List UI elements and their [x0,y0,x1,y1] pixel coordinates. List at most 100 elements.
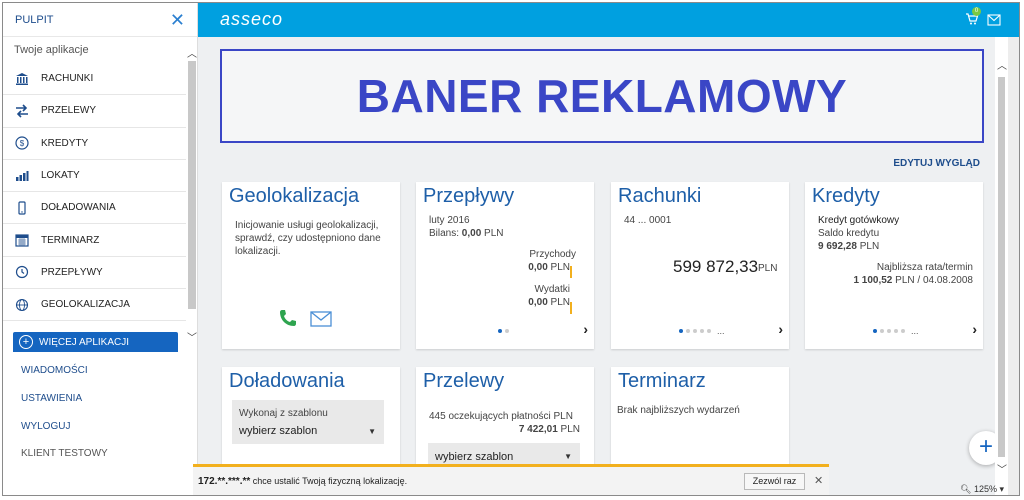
sidebar-item-geolokalizacja[interactable]: GEOLOKALIZACJA [3,289,186,322]
pagination-dot[interactable] [901,329,905,333]
sidebar-item-terminarz[interactable]: TERMINARZ [3,224,186,257]
chevron-down-icon[interactable]: ▾ [1000,484,1005,494]
pagination-dot[interactable] [700,329,704,333]
sidebar-item-przeplywy[interactable]: PRZEPŁYWY [3,257,186,290]
next-installment-date: PLN / 04.08.2008 [895,275,973,286]
geo-description: Inicjowanie usługi geolokalizacji, spraw… [235,220,381,257]
account-number: 44 ... 0001 [624,215,672,226]
pagination-dot[interactable] [894,329,898,333]
clock-icon [15,265,29,279]
cashflow-period: luty 2016 [429,215,470,226]
sidebar-item-przelewy[interactable]: PRZELEWY [3,95,186,128]
credit-balance-value: 9 692,28 [818,241,857,252]
messages-link[interactable]: WIADOMOŚCI [3,356,198,384]
sidebar-title: PULPIT [15,13,54,26]
caret-down-icon: ▼ [368,427,376,436]
mail-icon[interactable] [987,13,1001,26]
template-select-value: wybierz szablon [239,425,318,437]
sidebar-item-kredyty[interactable]: $ KREDYTY [3,128,186,160]
close-icon[interactable]: ✕ [814,474,823,487]
main-scrollbar[interactable]: ︿ ﹀ [995,37,1008,495]
geolocation-card[interactable]: Geolokalizacja Inicjowanie usługi geolok… [222,182,400,349]
card-title: Przelewy [423,370,505,392]
sidebar-item-rachunki[interactable]: RACHUNKI [3,63,186,96]
ad-banner[interactable]: BANER REKLAMOWY [220,49,984,143]
phone-icon [15,201,29,215]
credits-card[interactable]: Kredyty Kredyt gotówkowy Saldo kredytu 9… [805,182,983,349]
sidebar-item-label: PRZEPŁYWY [41,266,103,278]
pagination-dots: ... [679,327,725,336]
sidebar-item-label: GEOLOKALIZACJA [41,299,130,311]
allow-once-button[interactable]: Zezwól raz [744,473,805,490]
chevron-down-icon[interactable]: ﹀ [997,461,1007,476]
pending-payments: 445 oczekujących płatności PLN [429,411,573,422]
chevron-up-icon[interactable]: ︿ [186,45,198,60]
expense-label: Wydatki [534,284,570,295]
income-currency: PLN [550,262,570,273]
chevron-right-icon[interactable]: › [972,321,977,337]
pagination-dot[interactable] [498,329,502,333]
pagination-dot[interactable] [505,329,509,333]
browser-frame: PULPIT ✕ Twoje aplikacje RACHUNKI PRZELE… [2,2,1020,496]
income-bar [570,266,572,278]
credit-balance: 9 692,28 PLN [818,241,879,252]
more-apps-button[interactable]: + WIĘCEJ APLIKACJI [13,332,178,352]
main-content: BANER REKLAMOWY EDYTUJ WYGLĄD Geolokaliz… [198,37,1008,495]
pagination-dot[interactable] [693,329,697,333]
pending-amount: 7 422,01 PLN [519,424,580,435]
pagination-dot[interactable] [887,329,891,333]
globe-icon [15,298,29,312]
scrollbar-thumb[interactable] [188,61,196,309]
bars-icon [15,169,29,183]
sidebar-item-lokaty[interactable]: LOKATY [3,160,186,193]
chevron-right-icon[interactable]: › [583,321,588,337]
pagination-dots: ... [873,327,919,336]
logout-link[interactable]: WYLOGUJ [3,412,198,440]
zoom-indicator[interactable]: 🔍︎ 125% ▾ [960,484,1004,495]
pagination-dot[interactable] [873,329,877,333]
income-amount: 0,00 PLN [528,262,570,273]
zoom-value: 125% [973,484,997,494]
edit-layout-link[interactable]: EDYTUJ WYGLĄD [893,158,980,169]
credit-balance-label: Saldo kredytu [818,228,880,239]
next-installment-value: 1 100,52 [853,275,893,286]
account-balance: 599 872,33 [673,257,759,276]
scrollbar-thumb[interactable] [998,77,1005,457]
phone-call-icon[interactable] [278,308,298,333]
pending-amount-currency: PLN [560,424,580,435]
sidebar-links: WIADOMOŚCI USTAWIENIA WYLOGUJ [3,356,198,440]
pagination-more[interactable]: ... [911,327,919,336]
balance-label: Bilans: [429,228,460,239]
chevron-down-icon[interactable]: ﹀ [186,329,198,344]
income-value: 0,00 [528,262,548,273]
pagination-dot[interactable] [880,329,884,333]
calendar-icon [15,233,29,247]
card-title: Rachunki [618,185,702,207]
chevron-up-icon[interactable]: ︿ [997,57,1007,72]
envelope-icon[interactable] [310,311,332,332]
pending-amount-value: 7 422,01 [518,424,558,435]
sidebar-item-doladowania[interactable]: DOŁADOWANIA [3,192,186,225]
pagination-dot[interactable] [679,329,683,333]
cashflow-card[interactable]: Przepływy luty 2016 Bilans: 0,00 PLN Prz… [416,182,594,349]
top-bar: asseco 0 [198,3,1019,37]
banner-text: BANER REKLAMOWY [356,70,848,122]
transfer-icon [15,104,29,118]
card-title: Przepływy [423,185,515,207]
credit-balance-currency: PLN [859,241,880,252]
close-icon[interactable]: ✕ [170,11,185,29]
next-installment-label: Najbliższa rata/termin [876,262,973,273]
expense-currency: PLN [550,297,570,308]
income-label: Przychody [529,249,576,260]
settings-link[interactable]: USTAWIENIA [3,384,198,412]
pagination-more[interactable]: ... [717,327,725,336]
pagination-dot[interactable] [707,329,711,333]
card-title: Doładowania [229,370,345,392]
template-select[interactable]: Wykonaj z szablonu wybierz szablon ▼ [232,400,384,444]
sidebar-item-label: DOŁADOWANIA [41,202,116,214]
sidebar-scrollbar[interactable]: ︿ ﹀ [186,45,198,344]
balance-value: 0,00 [461,228,482,239]
accounts-card[interactable]: Rachunki 44 ... 0001 599 872,33 PLN ... … [611,182,789,349]
chevron-right-icon[interactable]: › [778,321,783,337]
pagination-dot[interactable] [686,329,690,333]
